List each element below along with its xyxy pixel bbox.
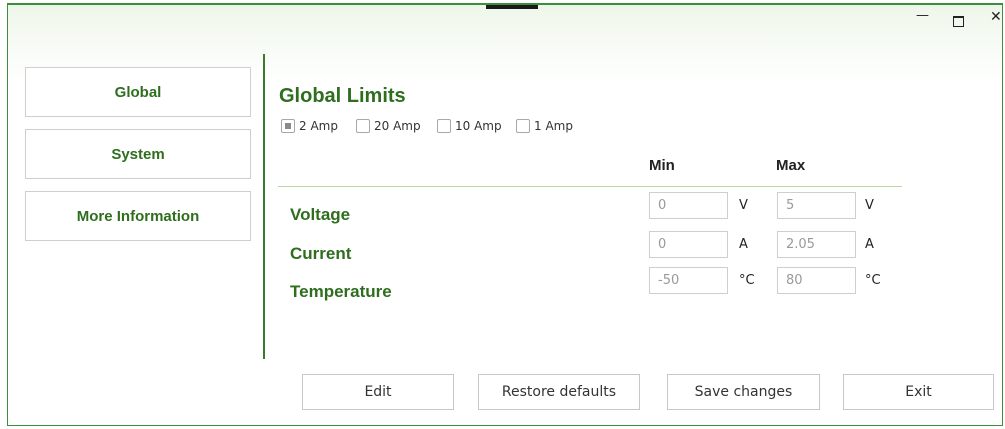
range-2amp-option[interactable]: 2 Amp: [281, 119, 338, 133]
current-max-field[interactable]: 2.05: [777, 231, 856, 258]
temperature-min-field[interactable]: -50: [649, 267, 728, 294]
header-divider: [278, 186, 902, 187]
close-icon[interactable]: ✕: [990, 10, 1002, 24]
range-2amp-checkbox[interactable]: [281, 119, 295, 133]
minimize-icon[interactable]: —: [916, 9, 929, 23]
save-changes-button[interactable]: Save changes: [667, 374, 820, 410]
range-10amp-checkbox[interactable]: [437, 119, 451, 133]
range-10amp-option[interactable]: 10 Amp: [437, 119, 502, 133]
exit-button[interactable]: Exit: [843, 374, 994, 410]
title-grip[interactable]: [486, 5, 538, 9]
voltage-label: Voltage: [290, 205, 351, 224]
range-20amp-option[interactable]: 20 Amp: [356, 119, 421, 133]
edit-button[interactable]: Edit: [302, 374, 454, 410]
voltage-max-field[interactable]: 5: [777, 192, 856, 219]
range-20amp-label: 20 Amp: [374, 119, 421, 133]
range-1amp-checkbox[interactable]: [516, 119, 530, 133]
nav-global-button[interactable]: Global: [25, 67, 251, 117]
page-title: Global Limits: [279, 85, 406, 107]
range-1amp-option[interactable]: 1 Amp: [516, 119, 573, 133]
current-min-field[interactable]: 0: [649, 231, 728, 258]
range-2amp-label: 2 Amp: [299, 119, 338, 133]
range-10amp-label: 10 Amp: [455, 119, 502, 133]
range-1amp-label: 1 Amp: [534, 119, 573, 133]
voltage-max-unit: V: [865, 198, 874, 213]
temperature-max-field[interactable]: 80: [777, 267, 856, 294]
sidebar-divider: [263, 54, 265, 359]
temperature-label: Temperature: [290, 282, 392, 301]
range-20amp-checkbox[interactable]: [356, 119, 370, 133]
voltage-min-field[interactable]: 0: [649, 192, 728, 219]
min-column-header: Min: [649, 157, 675, 174]
max-column-header: Max: [776, 157, 806, 174]
nav-system-button[interactable]: System: [25, 129, 251, 179]
temperature-min-unit: °C: [739, 273, 755, 288]
restore-defaults-button[interactable]: Restore defaults: [478, 374, 640, 410]
nav-more-information-button[interactable]: More Information: [25, 191, 251, 241]
current-min-unit: A: [739, 237, 748, 252]
maximize-icon[interactable]: [953, 16, 964, 27]
app-window: — ✕ Global System More Information Globa…: [7, 3, 1003, 426]
voltage-min-unit: V: [739, 198, 748, 213]
temperature-max-unit: °C: [865, 273, 881, 288]
current-max-unit: A: [865, 237, 874, 252]
current-label: Current: [290, 244, 352, 263]
